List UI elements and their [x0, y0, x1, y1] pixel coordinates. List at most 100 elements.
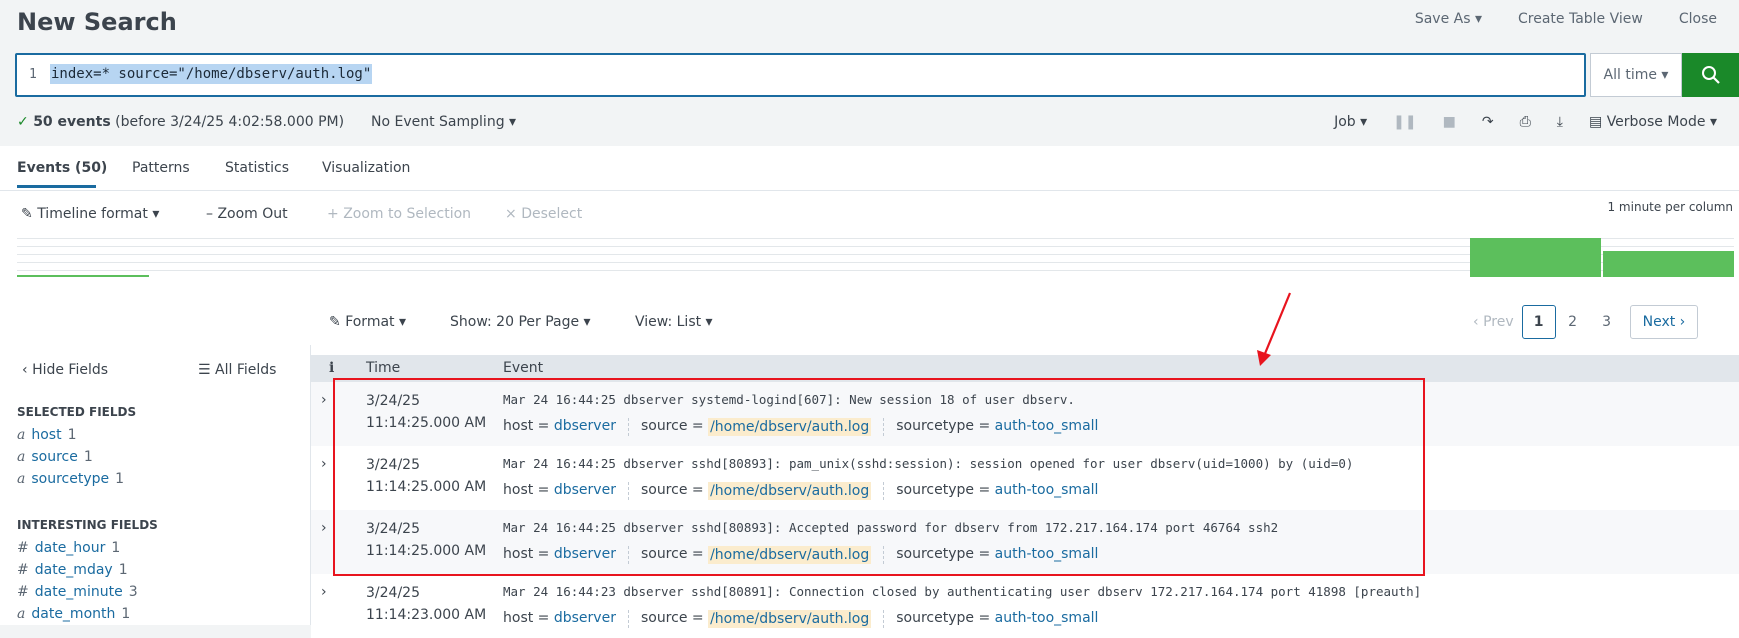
- timeline-bar[interactable]: [1470, 238, 1601, 277]
- print-icon[interactable]: ⎙: [1520, 114, 1531, 130]
- timeline-selection-bar: [17, 275, 149, 277]
- info-icon: i: [329, 360, 335, 376]
- event-count-status: ✓ 50 events (before 3/24/25 4:02:58.000 …: [17, 114, 344, 130]
- view-dropdown[interactable]: View: List ▾: [635, 314, 713, 330]
- search-input[interactable]: 1 index=* source="/home/dbserv/auth.log": [15, 53, 1586, 97]
- prev-page-button[interactable]: ‹ Prev: [1465, 305, 1522, 339]
- pause-icon[interactable]: ❚❚: [1393, 114, 1416, 130]
- time-range-picker[interactable]: All time ▾: [1590, 53, 1682, 97]
- field-item[interactable]: a source 1: [17, 449, 93, 465]
- field-separator: [883, 610, 885, 628]
- field-item[interactable]: # date_mday 1: [17, 562, 128, 578]
- expand-row-icon[interactable]: ›: [321, 392, 327, 408]
- pencil-icon: ✎: [329, 314, 341, 330]
- timeline-scale-label: 1 minute per column: [1607, 200, 1733, 214]
- field-type: a: [17, 449, 26, 465]
- line-number: 1: [29, 67, 37, 82]
- annotation-arrow: [1257, 292, 1292, 366]
- field-item[interactable]: a date_month 1: [17, 606, 130, 622]
- timeline-format-dropdown[interactable]: ✎ Timeline format ▾: [21, 206, 159, 222]
- zoom-out-label: Zoom Out: [217, 206, 288, 222]
- zoom-selection-label: Zoom to Selection: [343, 206, 472, 222]
- share-icon[interactable]: ↷: [1482, 114, 1494, 130]
- hide-fields-label: Hide Fields: [32, 362, 109, 378]
- next-page-button[interactable]: Next ›: [1629, 305, 1699, 339]
- field-item[interactable]: a sourcetype 1: [17, 471, 124, 487]
- deselect-label: Deselect: [521, 206, 583, 222]
- check-icon: ✓: [17, 114, 29, 130]
- expand-row-icon[interactable]: ›: [321, 520, 327, 536]
- time-range-label: All time: [1603, 67, 1657, 83]
- field-type: a: [17, 606, 26, 622]
- page-2-button[interactable]: 2: [1556, 305, 1590, 339]
- mode-label: Verbose Mode: [1606, 114, 1706, 130]
- host-value[interactable]: dbserver: [554, 610, 616, 628]
- field-item[interactable]: # date_hour 1: [17, 540, 120, 556]
- pagination: ‹ Prev 1 2 3 Next ›: [1465, 305, 1699, 339]
- view-label: View: List: [635, 314, 702, 330]
- job-label: Job: [1334, 114, 1356, 130]
- export-icon[interactable]: ⤓: [1557, 114, 1563, 130]
- save-as-label: Save As: [1414, 11, 1471, 27]
- hide-fields-button[interactable]: ‹ Hide Fields: [22, 362, 108, 378]
- create-table-view-link[interactable]: Create Table View: [1518, 11, 1643, 27]
- active-tab-indicator: [17, 185, 96, 188]
- page-3-button[interactable]: 3: [1590, 305, 1624, 339]
- save-as-menu[interactable]: Save As ▾: [1415, 11, 1482, 27]
- prev-label: Prev: [1483, 314, 1514, 330]
- expand-row-icon[interactable]: ›: [321, 456, 327, 472]
- format-label: Format: [345, 314, 395, 330]
- time-column-header[interactable]: Time: [366, 360, 400, 376]
- mode-icon: ▤: [1589, 114, 1603, 130]
- sourcetype-label: sourcetype =: [896, 610, 991, 626]
- sourcetype-value[interactable]: auth-too_small: [995, 610, 1099, 628]
- timeline-format-label: Timeline format: [37, 206, 148, 222]
- page-1-button[interactable]: 1: [1521, 305, 1556, 339]
- header-actions: Save As ▾ Create Table View Close: [1415, 11, 1717, 27]
- tab-statistics[interactable]: Statistics: [225, 160, 289, 176]
- field-name: sourcetype: [31, 471, 110, 487]
- field-type: #: [17, 562, 29, 578]
- all-fields-button[interactable]: ☰ All Fields: [198, 362, 276, 378]
- job-menu[interactable]: Job ▾: [1334, 114, 1367, 130]
- interesting-fields-title: INTERESTING FIELDS: [17, 518, 158, 532]
- x-icon: ×: [505, 206, 517, 222]
- job-controls: Job ▾ ❚❚ ■ ↷ ⎙ ⤓ ▤ Verbose Mode ▾: [1334, 114, 1717, 130]
- source-value[interactable]: /home/dbserv/auth.log: [708, 610, 872, 628]
- field-name: date_mday: [34, 562, 113, 578]
- page-title: New Search: [17, 8, 177, 36]
- field-count: 1: [115, 471, 125, 487]
- selected-fields-title: SELECTED FIELDS: [17, 405, 137, 419]
- mode-menu[interactable]: ▤ Verbose Mode ▾: [1589, 114, 1717, 130]
- search-button[interactable]: [1682, 53, 1739, 97]
- list-icon: ☰: [198, 362, 211, 378]
- field-count: 1: [111, 540, 121, 556]
- tab-visualization[interactable]: Visualization: [322, 160, 410, 176]
- field-item[interactable]: # date_minute 3: [17, 584, 138, 600]
- field-type: #: [17, 540, 29, 556]
- event-clock: 11:14:23.000 AM: [366, 607, 487, 623]
- field-count: 1: [118, 562, 128, 578]
- zoom-out-button[interactable]: – Zoom Out: [206, 206, 288, 222]
- expand-row-icon[interactable]: ›: [321, 584, 327, 600]
- pencil-icon: ✎: [21, 206, 33, 222]
- close-link[interactable]: Close: [1679, 11, 1717, 27]
- field-name: date_month: [31, 606, 116, 622]
- stop-icon[interactable]: ■: [1443, 114, 1456, 130]
- deselect-button[interactable]: × Deselect: [505, 206, 582, 222]
- event-date: 3/24/25: [366, 585, 420, 601]
- field-count: 1: [67, 427, 77, 443]
- format-dropdown[interactable]: ✎ Format ▾: [329, 314, 406, 330]
- tab-events[interactable]: Events (50): [17, 160, 107, 176]
- search-icon: [1701, 66, 1720, 84]
- events-count: 50 events: [33, 114, 111, 130]
- event-sampling-dropdown[interactable]: No Event Sampling ▾: [371, 114, 516, 130]
- zoom-to-selection-button[interactable]: + Zoom to Selection: [327, 206, 471, 222]
- per-page-dropdown[interactable]: Show: 20 Per Page ▾: [450, 314, 591, 330]
- tab-patterns[interactable]: Patterns: [132, 160, 190, 176]
- timeline-bar[interactable]: [1603, 251, 1734, 277]
- field-type: a: [17, 471, 26, 487]
- all-fields-label: All Fields: [215, 362, 277, 378]
- search-query-text[interactable]: index=* source="/home/dbserv/auth.log": [50, 64, 373, 84]
- field-item[interactable]: a host 1: [17, 427, 77, 443]
